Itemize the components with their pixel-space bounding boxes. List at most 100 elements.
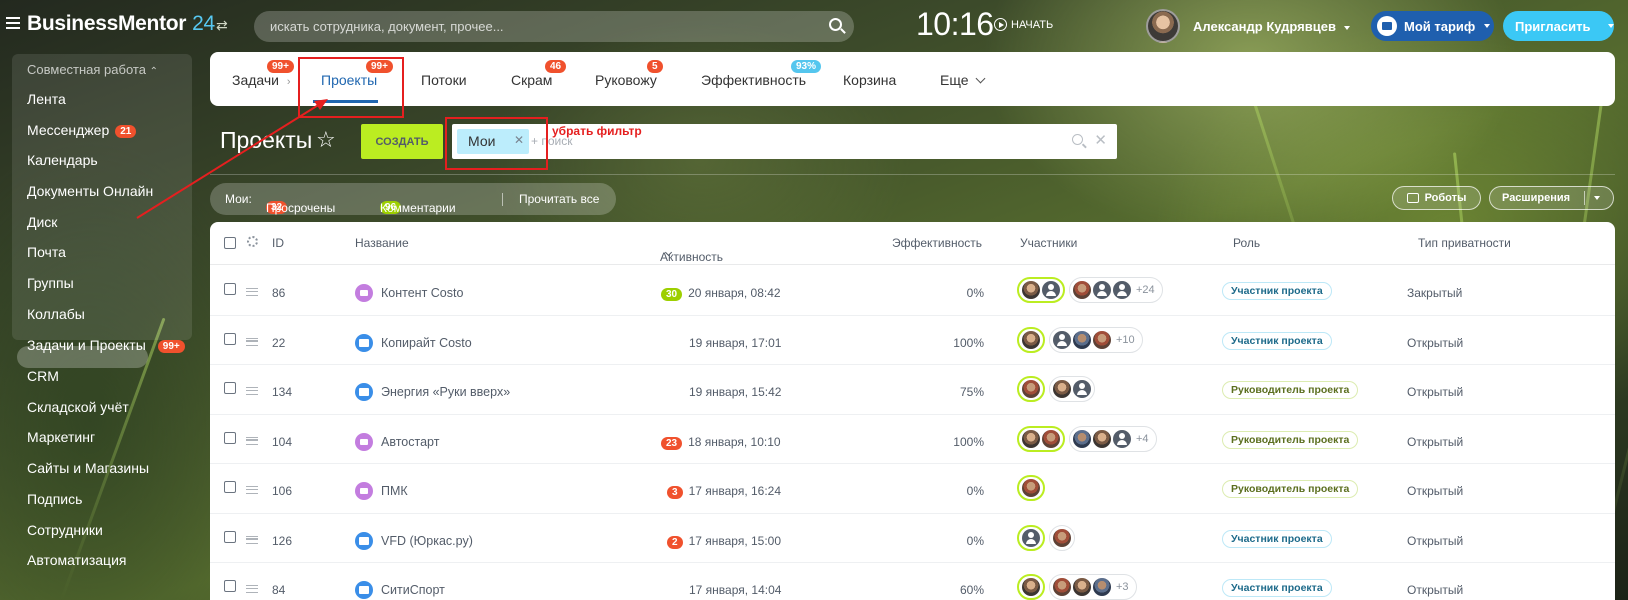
drag-handle-icon[interactable] (246, 436, 258, 445)
sidebar-group-header[interactable]: Совместная работа ⌃ (27, 62, 158, 77)
column-name[interactable]: Название (355, 236, 409, 250)
sidebar-item-marketing[interactable]: Маркетинг (27, 429, 95, 445)
read-all-link[interactable]: Прочитать все (519, 192, 599, 206)
tab-trash[interactable]: Корзина (843, 72, 896, 88)
avatar[interactable] (1053, 330, 1071, 349)
star-icon[interactable]: ☆ (316, 127, 336, 153)
column-id[interactable]: ID (272, 236, 284, 250)
project-heads[interactable] (1017, 524, 1045, 551)
drag-handle-icon[interactable] (246, 535, 258, 544)
table-row[interactable]: 106 ПМК 3 17 января, 16:24 0% Руководител… (210, 464, 1615, 514)
project-heads[interactable] (1017, 376, 1045, 402)
sidebar-item-documents[interactable]: Документы Онлайн (27, 183, 153, 199)
drag-handle-icon[interactable] (246, 585, 258, 593)
create-button[interactable]: СОЗДАТЬ (361, 124, 443, 159)
avatar[interactable] (1073, 380, 1091, 398)
sidebar-item-calendar[interactable]: Календарь (27, 152, 98, 168)
avatar[interactable] (1053, 528, 1071, 547)
drag-handle-icon[interactable] (246, 387, 258, 395)
tab-tasks[interactable]: Задачи › (232, 72, 291, 88)
column-members[interactable]: Участники (1020, 236, 1077, 250)
table-row[interactable]: 86 Контент Costo 30 20 января, 08:42 0% +… (210, 266, 1615, 316)
tab-scrum[interactable]: Скрам (511, 72, 552, 88)
avatar[interactable] (1022, 281, 1040, 299)
logo[interactable]: BusinessMentor 24 (27, 12, 215, 36)
project-name-link[interactable]: Энергия «Руки вверх» (355, 383, 510, 401)
project-name-link[interactable]: Автостарт (355, 432, 439, 451)
more-members[interactable]: +4 (1136, 433, 1149, 445)
members-group[interactable]: +4 (1069, 425, 1157, 452)
more-members[interactable]: +24 (1136, 284, 1155, 296)
sidebar-item-feed[interactable]: Лента (27, 91, 66, 107)
tariff-button[interactable]: Мой тариф (1371, 11, 1494, 41)
avatar[interactable] (1146, 9, 1180, 43)
members-group[interactable] (1049, 376, 1095, 402)
avatar[interactable] (1073, 330, 1091, 349)
sidebar-item-automation[interactable]: Автоматизация (27, 552, 126, 568)
avatar[interactable] (1073, 281, 1091, 299)
sidebar-item-sign[interactable]: Подпись (27, 491, 82, 507)
project-heads[interactable] (1017, 574, 1045, 600)
avatar[interactable] (1022, 528, 1040, 547)
tab-efficiency[interactable]: Эффективность (701, 72, 806, 88)
avatar[interactable] (1053, 578, 1071, 596)
menu-icon[interactable] (6, 17, 20, 29)
project-heads[interactable] (1017, 277, 1065, 303)
avatar[interactable] (1073, 429, 1091, 448)
row-checkbox[interactable] (224, 382, 236, 394)
avatar[interactable] (1113, 429, 1131, 448)
search-icon[interactable] (1072, 134, 1083, 145)
row-checkbox[interactable] (224, 332, 236, 345)
project-name-link[interactable]: СитиСпорт (355, 581, 445, 599)
avatar[interactable] (1022, 330, 1040, 349)
avatar[interactable] (1093, 330, 1111, 349)
column-efficiency[interactable]: Эффективность (892, 236, 982, 250)
table-row[interactable]: 84 СитиСпорт 17 января, 14:04 60% +3 Уча… (210, 563, 1615, 600)
activity-counter[interactable]: 23 (661, 436, 683, 450)
table-row[interactable]: 134 Энергия «Руки вверх» 19 января, 15:4… (210, 365, 1615, 415)
tab-more[interactable]: Еще (940, 72, 985, 88)
swap-icon[interactable]: ⇄ (216, 17, 228, 34)
avatar[interactable] (1053, 380, 1071, 398)
select-all-checkbox[interactable] (224, 237, 236, 249)
robots-button[interactable]: Роботы (1392, 186, 1481, 210)
table-row[interactable]: 126 VFD (Юркас.ру) 2 17 января, 15:00 0% … (210, 514, 1615, 563)
activity-counter[interactable]: 30 (661, 288, 683, 301)
sidebar-item-sites[interactable]: Сайты и Магазины (27, 460, 149, 476)
global-search[interactable] (254, 11, 854, 42)
search-input[interactable] (270, 11, 810, 42)
sidebar-item-mail[interactable]: Почта (27, 244, 66, 260)
more-members[interactable]: +10 (1116, 334, 1135, 346)
members-group[interactable]: +10 (1049, 326, 1143, 353)
row-checkbox[interactable] (224, 580, 236, 592)
sidebar-item-crm[interactable]: CRM (27, 368, 59, 384)
row-checkbox[interactable] (224, 283, 236, 295)
members-group[interactable]: +3 (1049, 574, 1137, 600)
avatar[interactable] (1093, 429, 1111, 448)
sidebar-item-disk[interactable]: Диск (27, 214, 57, 230)
user-menu[interactable]: Александр Кудрявцев (1193, 19, 1350, 34)
sidebar-item-collabs[interactable]: Коллабы (27, 306, 85, 322)
table-row[interactable]: 22 Копирайт Costo 19 января, 17:01 100% … (210, 316, 1615, 365)
start-workday-button[interactable]: НАЧАТЬ (994, 18, 1053, 31)
tab-supervising[interactable]: Руковожу (595, 72, 657, 88)
tab-flows[interactable]: Потоки (421, 72, 467, 88)
avatar[interactable] (1093, 281, 1111, 299)
sidebar-item-inventory[interactable]: Складской учёт (27, 399, 129, 415)
activity-counter[interactable]: 2 (667, 535, 683, 549)
table-row[interactable]: 104 Автостарт 23 18 января, 10:10 100% +4… (210, 415, 1615, 464)
column-role[interactable]: Роль (1233, 236, 1260, 250)
invite-button[interactable]: Пригласить (1503, 11, 1615, 41)
row-checkbox[interactable] (224, 481, 236, 493)
row-checkbox[interactable] (224, 530, 236, 543)
avatar[interactable] (1022, 578, 1040, 596)
sidebar-item-groups[interactable]: Группы (27, 275, 74, 291)
project-name-link[interactable]: VFD (Юркас.ру) (355, 531, 473, 550)
avatar[interactable] (1022, 380, 1040, 398)
row-checkbox[interactable] (224, 431, 236, 444)
avatar[interactable] (1093, 578, 1111, 596)
more-members[interactable]: +3 (1116, 581, 1129, 593)
avatar[interactable] (1073, 578, 1091, 596)
drag-handle-icon[interactable] (246, 486, 258, 494)
members-group[interactable] (1049, 524, 1075, 551)
